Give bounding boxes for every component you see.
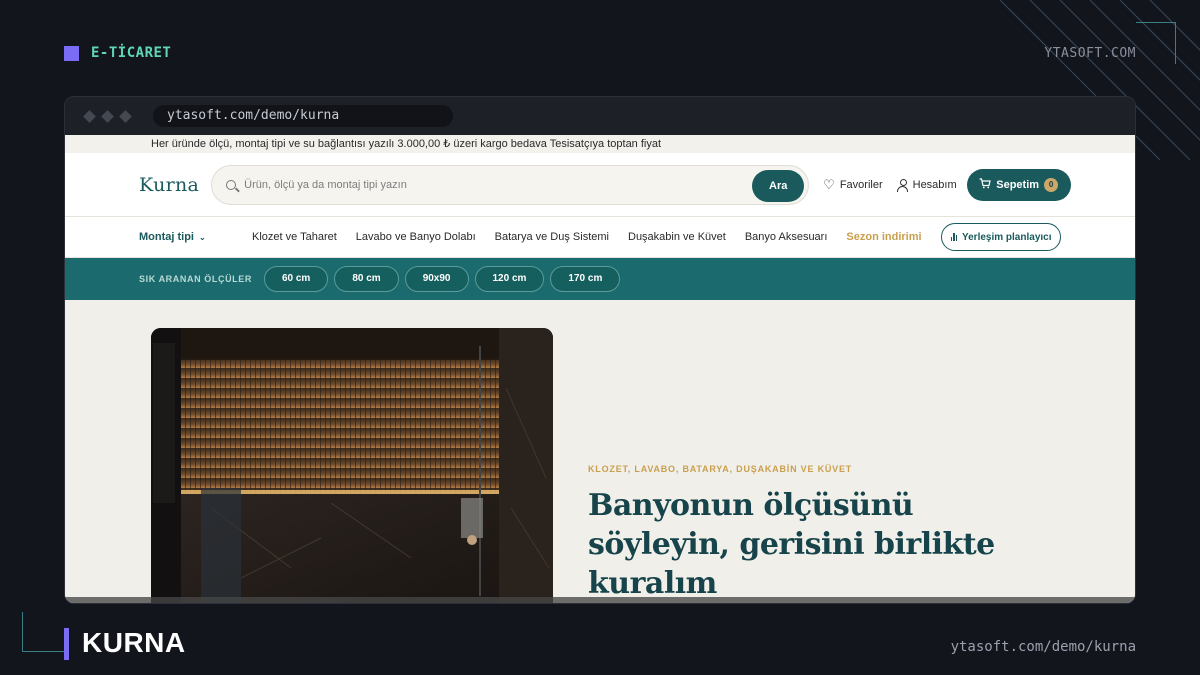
project-title: KURNA — [82, 627, 186, 658]
browser-window: ytasoft.com/demo/kurna Her üründe ölçü, … — [64, 96, 1136, 604]
cart-label: Sepetim — [996, 178, 1040, 191]
nav-item-klozet[interactable]: Klozet ve Taharet — [252, 231, 337, 243]
planner-button[interactable]: Yerleşim planlayıcı — [941, 223, 1061, 251]
account-label: Hesabım — [912, 178, 957, 191]
tag-square-icon — [64, 45, 79, 61]
category-tag: E-TİCARET — [64, 45, 171, 61]
window-dot-icon[interactable] — [119, 109, 132, 123]
announcement-bar: Her üründe ölçü, montaj tipi ve su bağla… — [65, 135, 1135, 153]
corner-bracket-top-right — [1136, 22, 1176, 64]
project-url: ytasoft.com/demo/kurna — [950, 639, 1136, 655]
size-pill-90x90[interactable]: 90x90 — [404, 266, 469, 292]
site-header: Kurna Ürün, ölçü ya da montaj tipi yazın… — [65, 153, 1135, 217]
search-icon — [226, 179, 237, 190]
nav-item-lavabo[interactable]: Lavabo ve Banyo Dolabı — [356, 231, 476, 243]
hero-bathroom-image — [151, 328, 553, 603]
favorites-label: Favoriler — [839, 178, 883, 191]
hero-kicker: KLOZET, LAVABO, BATARYA, DUŞAKABİN VE KÜ… — [588, 464, 853, 474]
main-nav: Montaj tipi ⌄ Klozet ve Taharet Lavabo v… — [65, 217, 1135, 258]
nav-item-sale[interactable]: Sezon indirimi — [846, 231, 921, 243]
popular-sizes-label: SIK ARANAN ÖLÇÜLER — [139, 274, 252, 284]
heart-icon: ♡ — [823, 176, 835, 192]
browser-chrome: ytasoft.com/demo/kurna — [65, 97, 1135, 135]
chevron-down-icon: ⌄ — [199, 232, 206, 242]
mount-type-label: Montaj tipi — [139, 231, 194, 243]
size-pill-60[interactable]: 60 cm — [263, 266, 329, 292]
cart-button[interactable]: Sepetim 0 — [966, 168, 1071, 201]
user-icon — [896, 178, 908, 192]
cart-icon — [979, 177, 991, 192]
favorites-link[interactable]: ♡ Favoriler — [823, 177, 882, 193]
corner-bracket-bottom-left — [22, 612, 64, 652]
brand-label: YTASOFT.COM — [1044, 46, 1136, 61]
search-input[interactable]: Ürün, ölçü ya da montaj tipi yazın — [244, 179, 407, 191]
hero-headline: Banyonun ölçüsünü söyleyin, gerisini bir… — [588, 488, 995, 601]
planner-label: Yerleşim planlayıcı — [962, 231, 1052, 243]
chart-bars-icon — [950, 233, 957, 241]
nav-item-batarya[interactable]: Batarya ve Duş Sistemi — [495, 231, 609, 243]
size-pill-170[interactable]: 170 cm — [550, 266, 621, 292]
bottom-overlay — [65, 597, 1135, 603]
account-link[interactable]: Hesabım — [896, 178, 957, 192]
nav-item-aksesuar[interactable]: Banyo Aksesuarı — [745, 231, 828, 243]
mount-type-dropdown[interactable]: Montaj tipi ⌄ — [139, 231, 252, 243]
search-bar[interactable]: Ürün, ölçü ya da montaj tipi yazın Ara — [211, 164, 810, 205]
size-pill-120[interactable]: 120 cm — [474, 266, 545, 292]
page-viewport: Her üründe ölçü, montaj tipi ve su bağla… — [65, 135, 1135, 603]
size-pill-80[interactable]: 80 cm — [334, 266, 399, 292]
window-dot-icon[interactable] — [101, 109, 114, 123]
title-accent-bar — [64, 628, 69, 660]
window-dot-icon[interactable] — [83, 109, 96, 123]
search-button[interactable]: Ara — [752, 169, 805, 202]
address-bar[interactable]: ytasoft.com/demo/kurna — [153, 105, 453, 127]
hero-section: KLOZET, LAVABO, BATARYA, DUŞAKABİN VE KÜ… — [65, 300, 1135, 603]
site-logo[interactable]: Kurna — [139, 174, 199, 196]
category-label: E-TİCARET — [91, 45, 172, 61]
cart-count-badge: 0 — [1044, 177, 1059, 192]
popular-sizes-bar: SIK ARANAN ÖLÇÜLER 60 cm 80 cm 90x90 120… — [65, 258, 1135, 300]
nav-item-dusakabin[interactable]: Duşakabin ve Küvet — [628, 231, 726, 243]
